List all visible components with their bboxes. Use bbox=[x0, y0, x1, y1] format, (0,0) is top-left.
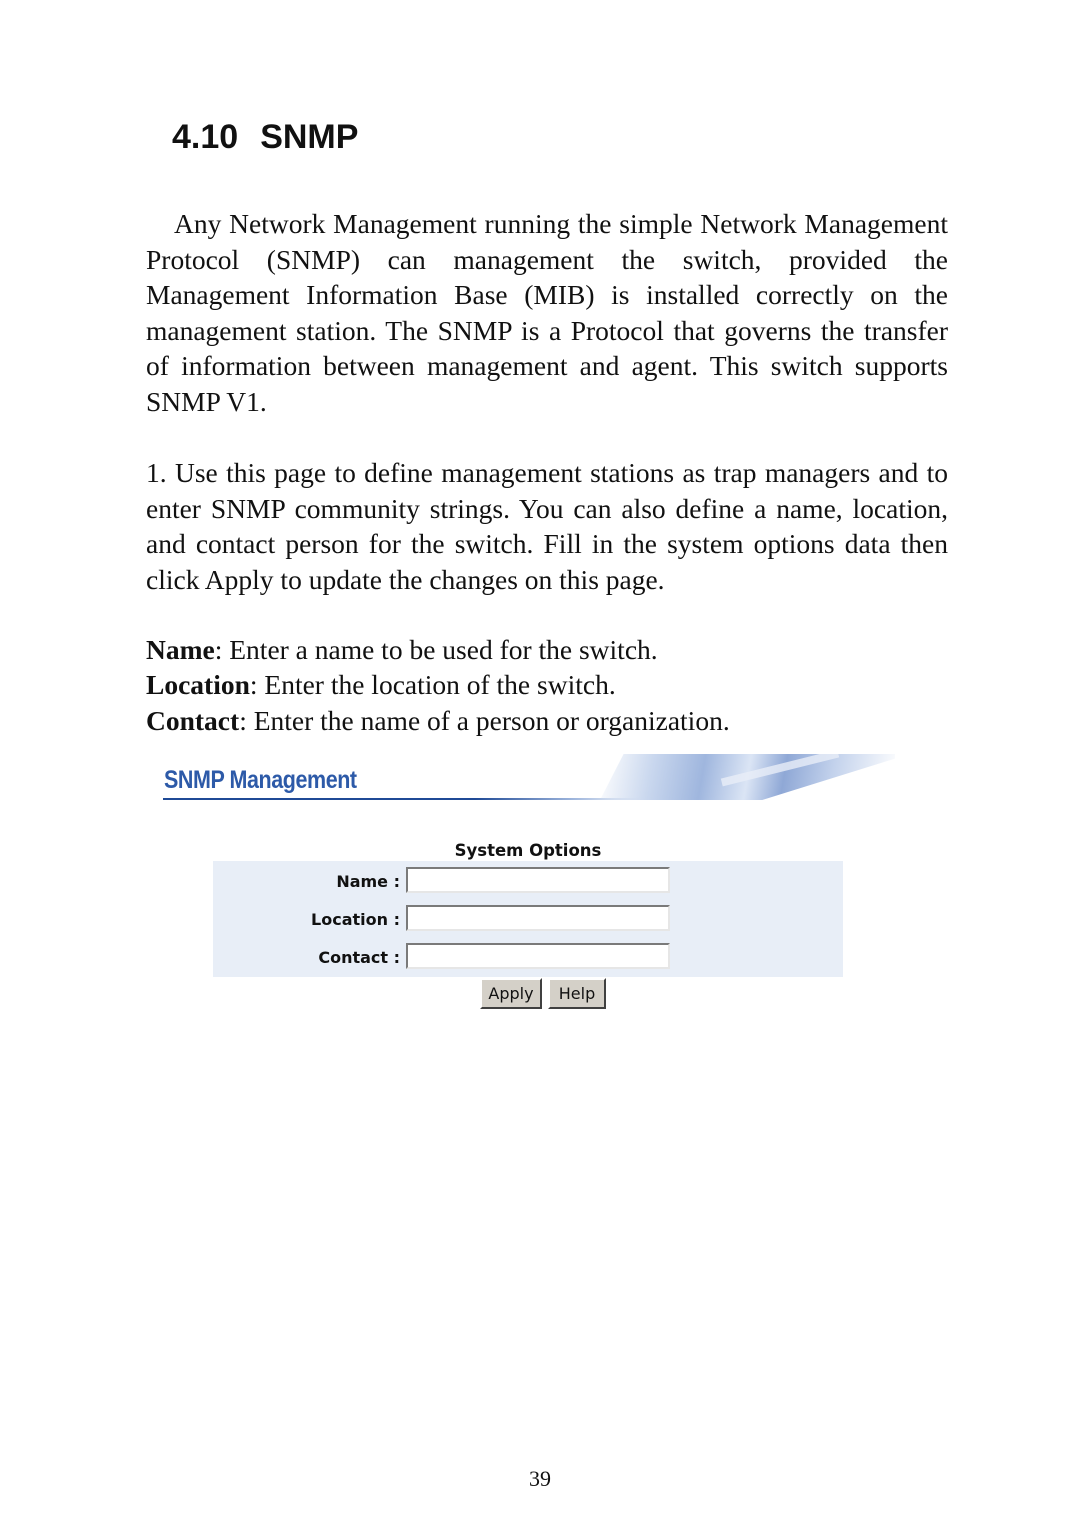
section-title: SNMP bbox=[260, 118, 359, 156]
definition-contact: Contact: Enter the name of a person or o… bbox=[146, 703, 730, 739]
snmp-management-banner: SNMP Management bbox=[160, 754, 895, 802]
step1-paragraph: 1. Use this page to define management st… bbox=[146, 457, 948, 595]
contact-input[interactable] bbox=[406, 943, 670, 969]
location-row: Location : bbox=[213, 905, 843, 935]
system-options-panel: Name : Location : Contact : bbox=[213, 861, 843, 977]
page-number: 39 bbox=[529, 1466, 551, 1491]
section-heading: 4.10 SNMP bbox=[172, 118, 358, 157]
definition-name: Name: Enter a name to be used for the sw… bbox=[146, 632, 658, 668]
definition-location: Location: Enter the location of the swit… bbox=[146, 667, 616, 703]
definition-text: : Enter the location of the switch. bbox=[249, 669, 616, 700]
definition-term: Location bbox=[146, 669, 250, 700]
definition-text: : Enter a name to be used for the switch… bbox=[214, 634, 658, 665]
intro-paragraph: Any Network Management running the simpl… bbox=[146, 208, 948, 417]
definition-term: Contact bbox=[146, 705, 240, 736]
banner-title: SNMP Management bbox=[164, 766, 357, 794]
definition-term: Name bbox=[146, 634, 215, 665]
network-cable-image-icon bbox=[600, 754, 895, 800]
help-button[interactable]: Help bbox=[548, 978, 606, 1009]
section-number: 4.10 bbox=[172, 118, 239, 156]
name-input[interactable] bbox=[406, 867, 670, 893]
location-label: Location : bbox=[311, 910, 400, 929]
location-input[interactable] bbox=[406, 905, 670, 931]
banner-underline bbox=[163, 798, 643, 800]
name-row: Name : bbox=[213, 867, 843, 897]
apply-button[interactable]: Apply bbox=[480, 978, 542, 1009]
system-options-title: System Options bbox=[454, 841, 602, 860]
contact-row: Contact : bbox=[213, 943, 843, 973]
name-label: Name : bbox=[336, 872, 400, 891]
contact-label: Contact : bbox=[318, 948, 400, 967]
definition-text: : Enter the name of a person or organiza… bbox=[239, 705, 730, 736]
